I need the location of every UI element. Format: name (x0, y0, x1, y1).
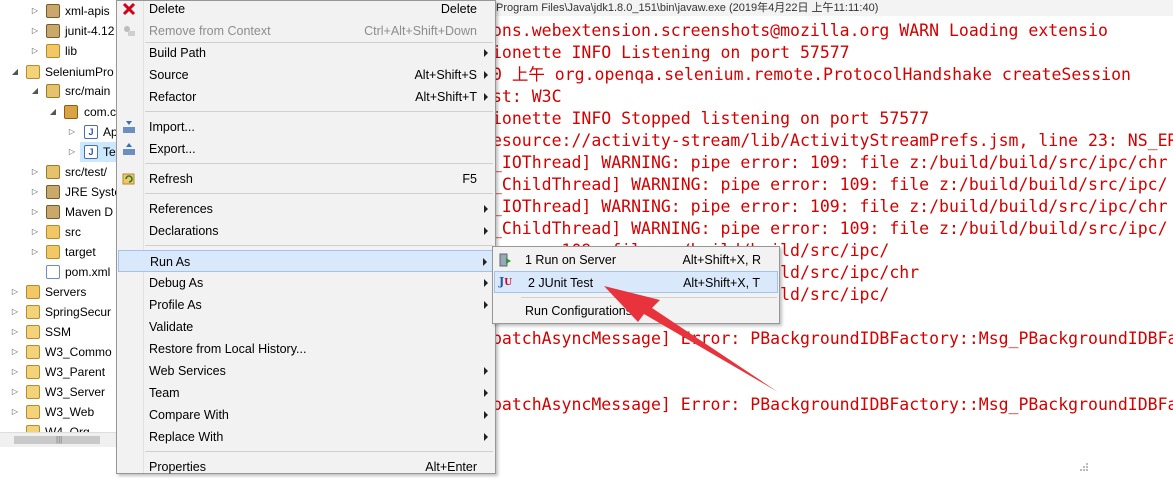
annotation-arrow-shape (604, 286, 778, 392)
resize-grip-icon[interactable] (1079, 462, 1089, 472)
annotation-arrow (604, 286, 778, 392)
